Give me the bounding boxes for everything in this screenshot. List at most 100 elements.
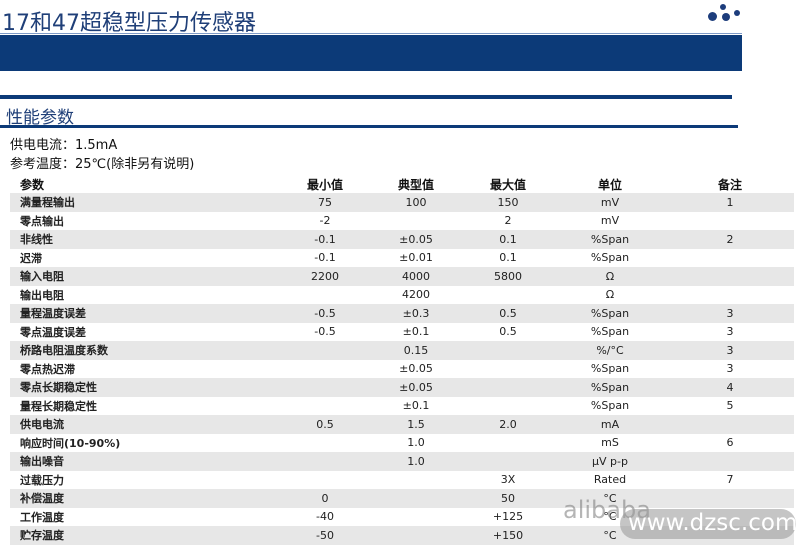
table-cell: mV — [554, 193, 666, 212]
logo-dot — [708, 12, 717, 21]
table-cell: 0.5 — [462, 304, 554, 323]
column-header: 典型值 — [397, 177, 434, 192]
parameter-name: 输出噪音 — [10, 452, 280, 471]
table-cell: ±0.1 — [402, 325, 430, 339]
table-cell: 0 — [280, 489, 370, 508]
table-cell — [666, 452, 794, 471]
table-cell: %Span — [590, 325, 630, 339]
logo-dot — [734, 10, 740, 16]
table-cell: 2200 — [280, 267, 370, 286]
table-cell: 3X — [500, 473, 516, 487]
table-cell: -0.5 — [280, 304, 370, 323]
table-cell: ±0.05 — [370, 230, 462, 249]
table-cell: 1.5 — [370, 415, 462, 434]
logo-dot — [722, 13, 730, 21]
table-cell: 2 — [504, 214, 512, 228]
table-row: 非线性 -0.1 ±0.05 0.1 %Span 2 — [10, 230, 794, 249]
parameter-name: 量程温度误差 — [10, 304, 280, 323]
table-cell: ±0.05 — [399, 362, 433, 376]
parameter-name: 过载压力 — [20, 473, 64, 487]
table-row: 输入电阻 2200 4000 5800 Ω — [10, 267, 794, 286]
table-cell: 3 — [726, 325, 734, 339]
parameter-name: 迟滞 — [20, 251, 42, 265]
table-cell — [462, 452, 554, 471]
table-cell: mS — [601, 436, 619, 450]
table-cell — [666, 212, 794, 231]
table-cell: %Span — [590, 399, 630, 413]
table-cell — [280, 434, 370, 453]
table-row: 满量程输出 75 100 150 mV 1 — [10, 193, 794, 212]
table-cell: -0.1 — [280, 230, 370, 249]
brand-dots-logo — [706, 2, 746, 26]
table-cell — [280, 397, 370, 416]
table-body: 满量程输出 75 100 150 mV 1 零点输出 -2 2 mV 非线性 -0.1 ±0.05 0.1… — [10, 193, 794, 545]
table-cell — [370, 508, 462, 527]
table-row: 输出噪音 1.0 μV p-p — [10, 452, 794, 471]
table-row: 桥路电阻温度系数 0.15 %/°C 3 — [10, 341, 794, 360]
table-cell: -0.5 — [314, 325, 336, 339]
table-cell: 6 — [726, 436, 734, 450]
table-cell: ±0.05 — [370, 378, 462, 397]
parameter-name: 零点温度误差 — [20, 325, 86, 339]
table-row: 补偿温度 0 50 °C — [10, 489, 794, 508]
table-cell — [280, 360, 370, 379]
table-cell: %/°C — [554, 341, 666, 360]
table-cell: 0.15 — [370, 341, 462, 360]
table-cell — [280, 341, 370, 360]
table-cell: ±0.3 — [370, 304, 462, 323]
table-cell: 150 — [462, 193, 554, 212]
table-cell: 5 — [726, 399, 734, 413]
table-row: 过载压力 3X Rated 7 — [10, 471, 794, 490]
parameter-name: 输出电阻 — [20, 288, 64, 302]
parameter-name: 贮存温度 — [10, 526, 280, 545]
table-cell: %Span — [554, 230, 666, 249]
table-cell: +150 — [462, 526, 554, 545]
table-row: 量程长期稳定性 ±0.1 %Span 5 — [10, 397, 794, 416]
logo-dot — [720, 4, 726, 10]
table-cell — [462, 360, 554, 379]
table-cell: μV p-p — [554, 452, 666, 471]
table-cell — [666, 415, 794, 434]
table-cell — [370, 526, 462, 545]
parameter-name: 零点热迟滞 — [20, 362, 75, 376]
column-header: 参数 — [20, 177, 45, 192]
column-header: 最大值 — [489, 177, 526, 192]
table-cell: -2 — [319, 214, 331, 228]
table-cell — [280, 378, 370, 397]
table-cell: ±0.01 — [399, 251, 433, 265]
table-cell: 0.5 — [499, 325, 517, 339]
table-cell: ±0.1 — [402, 399, 430, 413]
table-cell: 3 — [726, 362, 734, 376]
parameter-name: 响应时间(10-90%) — [20, 436, 121, 450]
table-row: 零点输出 -2 2 mV — [10, 212, 794, 231]
table-cell — [280, 286, 370, 305]
table-cell: Rated — [593, 473, 627, 487]
table-cell — [666, 286, 794, 305]
table-cell: %Span — [590, 251, 630, 265]
table-cell: -40 — [316, 510, 334, 524]
header-band — [0, 35, 742, 71]
table-cell: 1.0 — [407, 436, 425, 450]
table-cell: %Span — [554, 378, 666, 397]
table-cell — [370, 489, 462, 508]
table-cell: 4000 — [370, 267, 462, 286]
section-rule-bottom — [0, 125, 738, 128]
table-cell: 4 — [666, 378, 794, 397]
table-cell — [370, 212, 462, 231]
table-cell: mA — [554, 415, 666, 434]
table-row: 响应时间(10-90%) 1.0 mS 6 — [10, 434, 794, 453]
table-cell: -50 — [280, 526, 370, 545]
table-row: 零点热迟滞 ±0.05 %Span 3 — [10, 360, 794, 379]
table-cell: 7 — [726, 473, 734, 487]
table-cell: 0.1 — [499, 251, 517, 265]
table-cell: 2 — [666, 230, 794, 249]
table-cell: Ω — [554, 267, 666, 286]
table-cell — [280, 452, 370, 471]
table-cell: 1.0 — [370, 452, 462, 471]
table-cell: 50 — [462, 489, 554, 508]
table-cell — [462, 378, 554, 397]
supply-current-note: 供电电流：1.5mA — [10, 138, 118, 153]
table-cell: 100 — [370, 193, 462, 212]
table-cell: 0.5 — [280, 415, 370, 434]
table-row: 迟滞 -0.1 ±0.01 0.1 %Span — [10, 249, 794, 268]
